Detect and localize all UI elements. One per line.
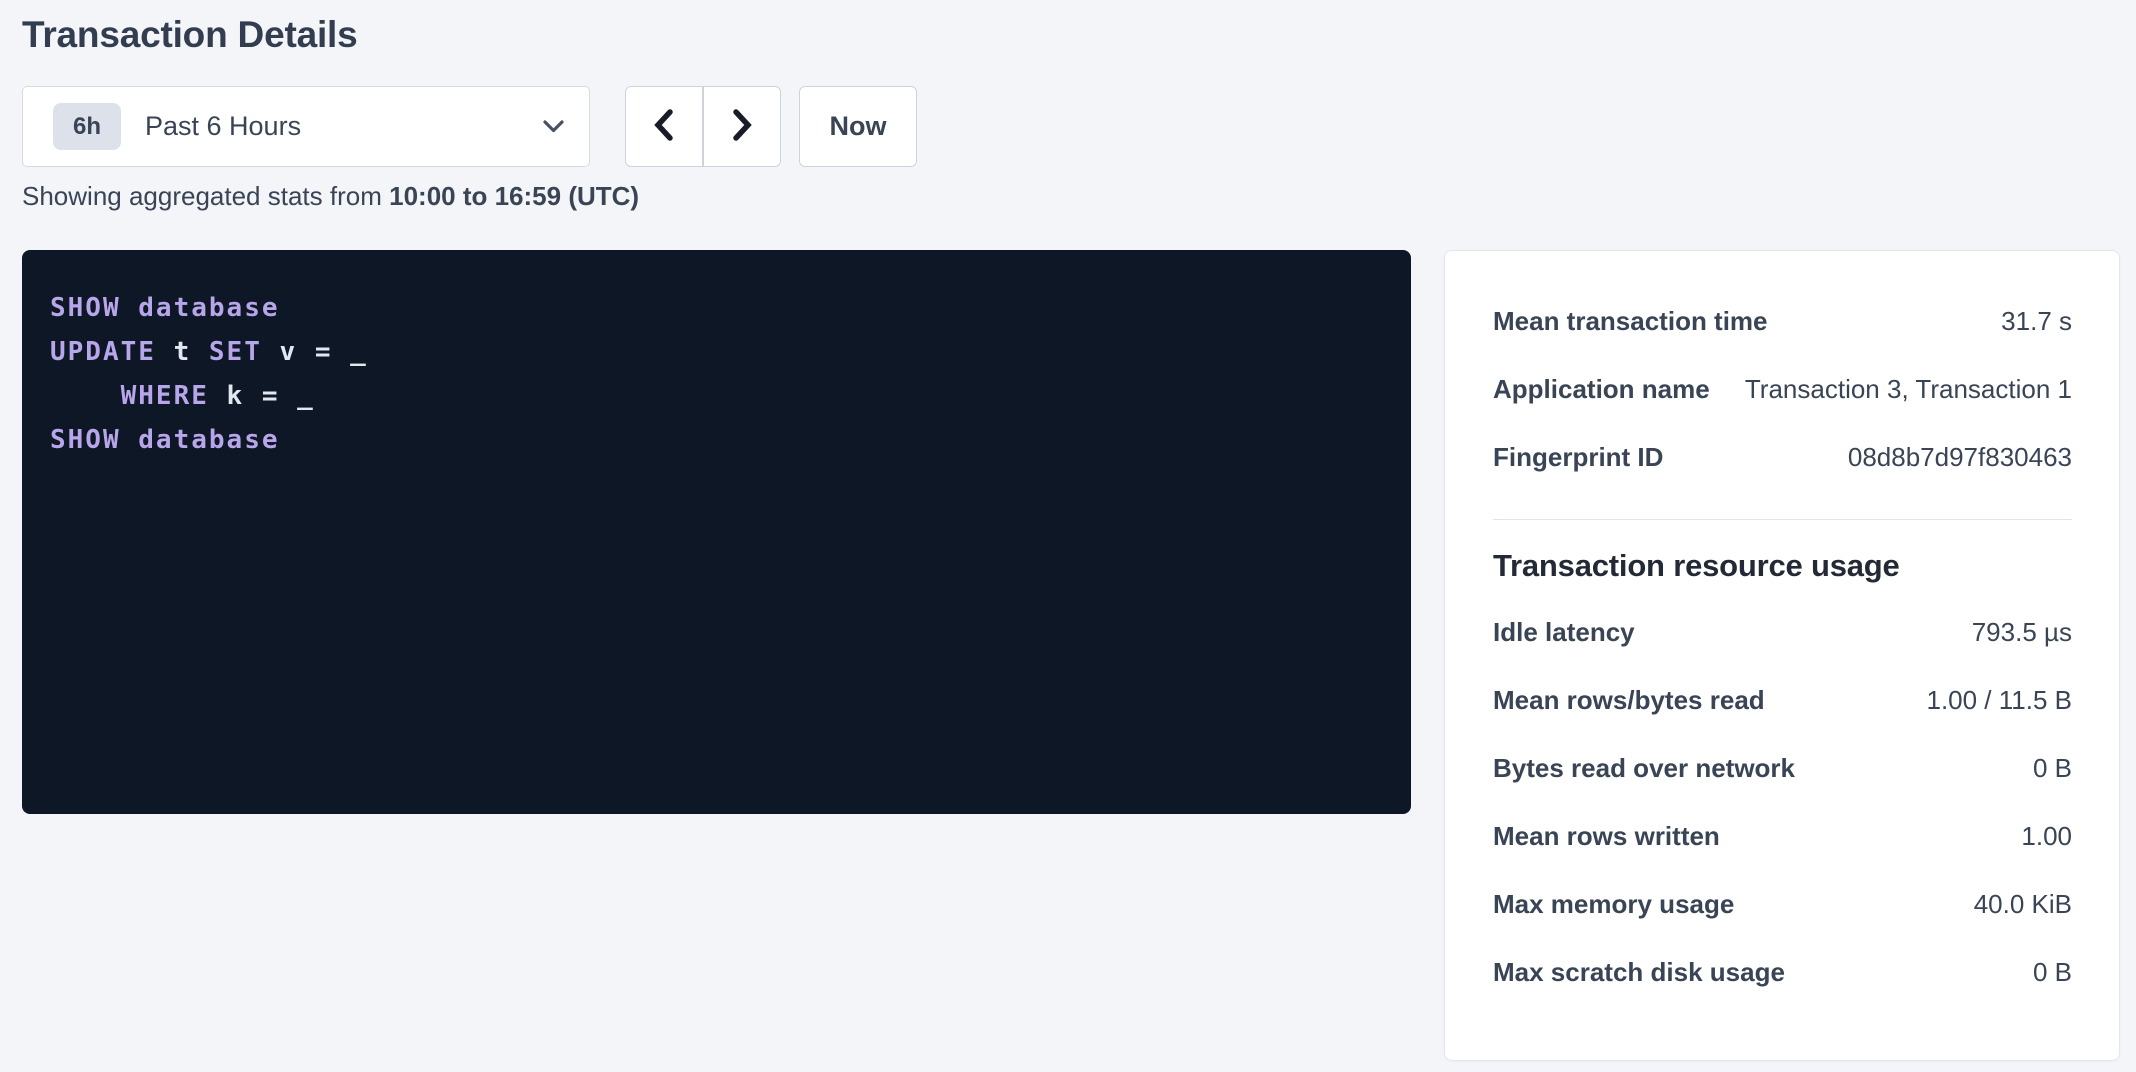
sql-keyword: database xyxy=(138,293,279,323)
stat-value: Transaction 3, Transaction 1 xyxy=(1745,374,2072,405)
sql-text: k = _ xyxy=(209,381,315,411)
stat-label: Max scratch disk usage xyxy=(1493,957,1785,988)
time-range-dropdown[interactable]: 6h Past 6 Hours xyxy=(22,86,590,167)
stat-row: Idle latency 793.5 µs xyxy=(1493,598,2072,666)
stat-value: 1.00 xyxy=(2021,821,2072,852)
stat-row: Mean rows written 1.00 xyxy=(1493,802,2072,870)
sql-line: WHERE k = _ xyxy=(50,374,1391,418)
stat-label: Max memory usage xyxy=(1493,889,1734,920)
stat-label: Application name xyxy=(1493,374,1710,405)
main-content: SHOW databaseUPDATE t SET v = _ WHERE k … xyxy=(22,250,2120,1061)
time-controls: 6h Past 6 Hours xyxy=(22,86,2120,167)
page-title: Transaction Details xyxy=(22,12,2120,58)
sql-keyword: UPDATE xyxy=(50,337,156,367)
stat-label: Bytes read over network xyxy=(1493,753,1795,784)
time-step-button-group xyxy=(625,86,781,167)
sql-text xyxy=(121,293,139,323)
aggregation-note-prefix: Showing aggregated stats from xyxy=(22,181,389,211)
sql-line: SHOW database xyxy=(50,286,1391,330)
sql-keyword: SHOW xyxy=(50,293,121,323)
sql-text: v = _ xyxy=(262,337,368,367)
chevron-down-icon xyxy=(542,119,565,134)
stat-value: 1.00 / 11.5 B xyxy=(1926,685,2072,716)
stat-label: Mean rows/bytes read xyxy=(1493,685,1765,716)
sql-keyword: database xyxy=(138,425,279,455)
time-range-label: Past 6 Hours xyxy=(145,111,542,142)
sql-text: t xyxy=(156,337,209,367)
resource-usage-title: Transaction resource usage xyxy=(1493,546,2072,586)
stat-row: Fingerprint ID 08d8b7d97f830463 xyxy=(1493,423,2072,491)
sql-statement-box: SHOW databaseUPDATE t SET v = _ WHERE k … xyxy=(22,250,1411,814)
sql-keyword: SET xyxy=(209,337,262,367)
transaction-details-page: Transaction Details 6h Past 6 Hours xyxy=(0,0,2136,1072)
summary-rows: Mean transaction time 31.7 s Application n… xyxy=(1493,287,2072,491)
stat-label: Fingerprint ID xyxy=(1493,442,1663,473)
stat-row: Max scratch disk usage 0 B xyxy=(1493,938,2072,1006)
stat-label: Mean transaction time xyxy=(1493,306,1768,337)
stat-value: 08d8b7d97f830463 xyxy=(1848,442,2072,473)
transaction-stats-card: Mean transaction time 31.7 s Application n… xyxy=(1444,250,2120,1061)
previous-interval-button[interactable] xyxy=(625,86,703,167)
sql-text xyxy=(121,425,139,455)
now-button[interactable]: Now xyxy=(799,86,917,167)
aggregation-note: Showing aggregated stats from 10:00 to 1… xyxy=(22,179,2120,213)
stat-row: Max memory usage 40.0 KiB xyxy=(1493,870,2072,938)
sql-line: SHOW database xyxy=(50,418,1391,462)
stat-value: 793.5 µs xyxy=(1972,617,2072,648)
stat-value: 0 B xyxy=(2033,957,2072,988)
card-divider xyxy=(1493,519,2072,520)
sql-text xyxy=(50,381,121,411)
stat-label: Mean rows written xyxy=(1493,821,1720,852)
stat-value: 40.0 KiB xyxy=(1974,889,2072,920)
stat-value: 31.7 s xyxy=(2001,306,2072,337)
sql-line: UPDATE t SET v = _ xyxy=(50,330,1391,374)
aggregation-note-range: 10:00 to 16:59 (UTC) xyxy=(389,181,639,211)
stat-label: Idle latency xyxy=(1493,617,1635,648)
stat-row: Application name Transaction 3, Transacti… xyxy=(1493,355,2072,423)
stat-row: Mean transaction time 31.7 s xyxy=(1493,287,2072,355)
sql-code: SHOW databaseUPDATE t SET v = _ WHERE k … xyxy=(50,286,1391,462)
sql-keyword: SHOW xyxy=(50,425,121,455)
usage-rows: Idle latency 793.5 µs Mean rows/bytes read… xyxy=(1493,598,2072,1006)
stat-row: Mean rows/bytes read 1.00 / 11.5 B xyxy=(1493,666,2072,734)
next-interval-button[interactable] xyxy=(703,86,781,167)
sql-keyword: WHERE xyxy=(121,381,209,411)
time-range-badge: 6h xyxy=(53,103,121,150)
chevron-right-icon xyxy=(728,107,756,146)
chevron-left-icon xyxy=(650,107,678,146)
stat-value: 0 B xyxy=(2033,753,2072,784)
stat-row: Bytes read over network 0 B xyxy=(1493,734,2072,802)
